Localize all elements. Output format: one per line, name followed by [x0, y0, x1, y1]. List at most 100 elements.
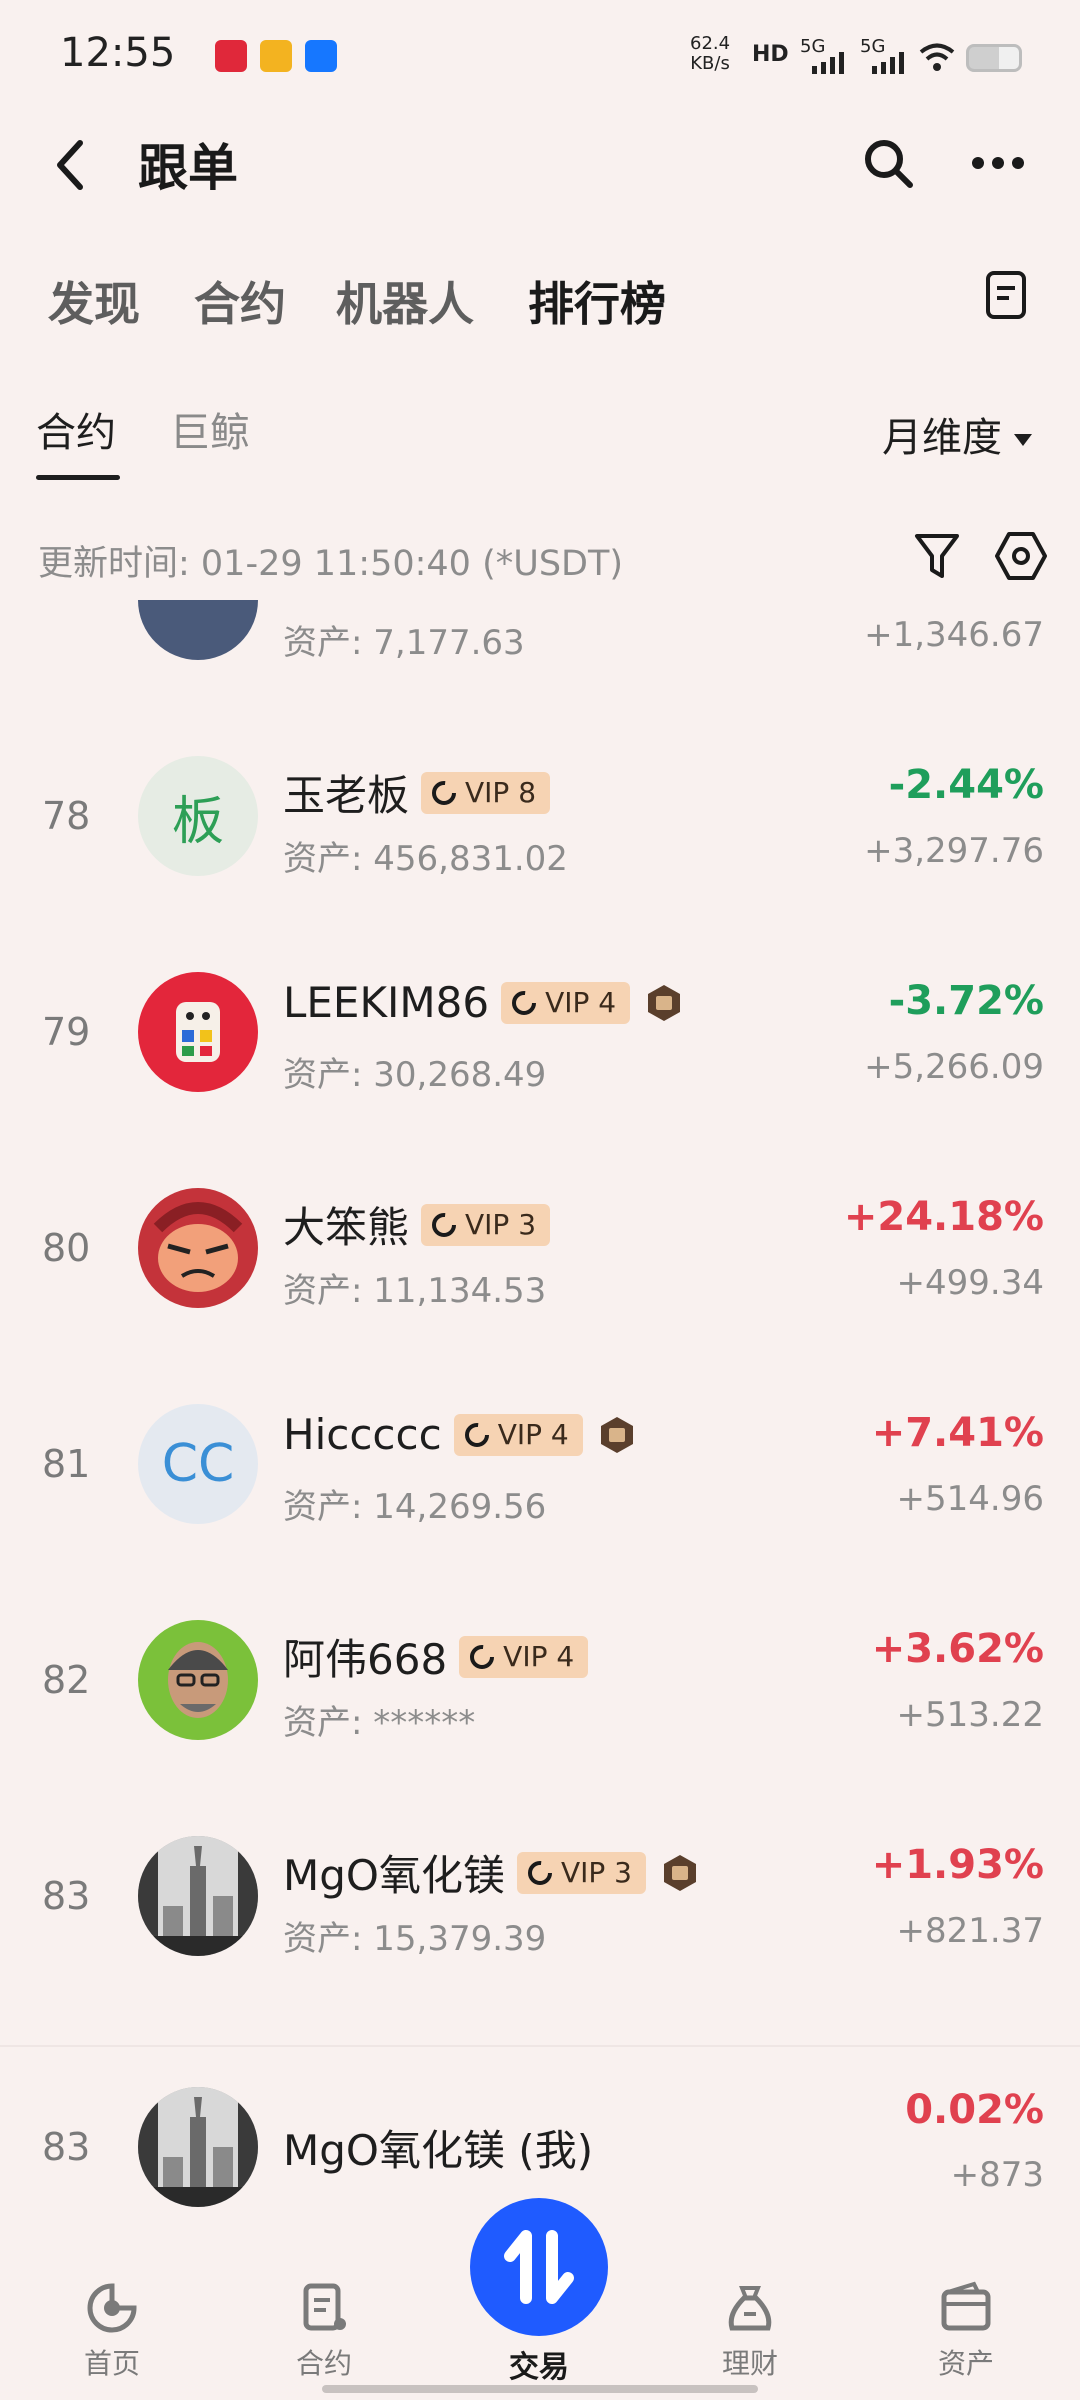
roi-percent: -2.44% — [888, 762, 1044, 808]
avatar[interactable] — [138, 1620, 258, 1740]
list-item[interactable]: 83 MgO氧化镁 VIP 3 资产: 15,379.39 +1.93% +82… — [0, 1796, 1080, 1996]
contract-icon — [303, 2283, 346, 2331]
net-speed: 62.4 KB/s — [690, 33, 731, 74]
pnl-value: +3,297.76 — [864, 831, 1044, 871]
avatar[interactable] — [138, 2087, 258, 2207]
subtab-whale[interactable]: 巨鲸 — [170, 400, 250, 458]
avatar[interactable]: CC — [138, 1404, 258, 1524]
vip-level: VIP 3 — [465, 1208, 537, 1241]
nav-finance[interactable]: 理财 — [680, 2280, 820, 2382]
vip-level: VIP 4 — [545, 986, 617, 1019]
avatar — [138, 600, 258, 660]
filter-icon[interactable] — [912, 530, 962, 582]
trade-button[interactable] — [470, 2198, 608, 2336]
trader-name: LEEKIM86 — [283, 978, 490, 1027]
asset-value: 资产: 7,177.63 — [283, 623, 525, 663]
back-arrow-icon[interactable] — [50, 135, 90, 195]
list-item[interactable]: 80 大笨熊 VIP 3 资产: 11,134.53 +24.18% +499.… — [0, 1148, 1080, 1348]
nav-assets-label: 资产 — [937, 2347, 994, 2380]
trader-name: 大笨熊 — [283, 1203, 410, 1252]
pnl-value: +821.37 — [896, 1911, 1044, 1951]
nav-contract[interactable]: 合约 — [254, 2280, 394, 2382]
vip-level: VIP 4 — [497, 1418, 569, 1451]
period-dropdown[interactable]: 月维度 — [882, 405, 1032, 463]
nav-home-label: 首页 — [83, 2347, 140, 2380]
search-icon[interactable] — [860, 135, 916, 191]
list-item[interactable]: 79 LEEKIM86 VIP 4 资产: 30,268.49 -3.72% +… — [0, 932, 1080, 1132]
asset-value: 资产: 14,269.56 — [283, 1487, 547, 1527]
trader-name-line: 阿伟668 VIP 4 — [283, 1626, 589, 1687]
asset-value: 资产: 30,268.49 — [283, 1055, 547, 1095]
list-item-partial[interactable]: 资产: 7,177.63 +1,346.67 — [0, 600, 1080, 700]
document-icon[interactable] — [985, 270, 1027, 320]
alipay-icon — [305, 40, 337, 72]
vip-badge: VIP 3 — [516, 1851, 646, 1894]
roi-percent: +24.18% — [843, 1194, 1044, 1240]
list-item[interactable]: 82 阿伟668 VIP 4 资产: ****** +3.62% +513.22 — [0, 1580, 1080, 1780]
period-label: 月维度 — [882, 415, 1002, 461]
avatar[interactable]: 板 — [138, 756, 258, 876]
trader-name-line: Hiccccc VIP 4 — [283, 1410, 637, 1459]
vip-logo-icon — [527, 1860, 552, 1885]
tab-discover[interactable]: 发现 — [48, 268, 140, 334]
subtab-contract[interactable]: 合约 — [36, 400, 116, 458]
rank-number: 81 — [42, 1442, 91, 1486]
trader-name-line: MgO氧化镁 (我) — [283, 2117, 593, 2178]
vip-badge: VIP 4 — [453, 1413, 583, 1456]
avatar-photo-icon — [168, 1642, 228, 1718]
vip-level: VIP 3 — [560, 1856, 632, 1889]
my-name: MgO氧化镁 (我) — [283, 2126, 594, 2175]
vip-logo-icon — [512, 990, 537, 1015]
home-icon — [87, 2283, 137, 2333]
nav-trade-label[interactable]: 交易 — [470, 2342, 608, 2386]
list-item[interactable]: 78 板 玉老板 VIP 8 资产: 456,831.02 -2.44% +3,… — [0, 716, 1080, 916]
leaderboard-list[interactable]: 资产: 7,177.63 +1,346.67 78 板 玉老板 VIP 8 资产… — [0, 600, 1080, 2050]
asset-value: 资产: 456,831.02 — [283, 839, 568, 879]
asset-value: 资产: 15,379.39 — [283, 1919, 547, 1959]
nav-assets[interactable]: 资产 — [896, 2280, 1036, 2382]
list-item[interactable]: 81 CC Hiccccc VIP 4 资产: 14,269.56 +7.41%… — [0, 1364, 1080, 1564]
trader-name-line: 大笨熊 VIP 3 — [283, 1194, 551, 1255]
roi-percent: 0.02% — [905, 2087, 1044, 2133]
vip-logo-icon — [432, 780, 457, 805]
rank-number: 83 — [42, 2125, 91, 2169]
medal-icon — [600, 1416, 633, 1453]
roi-percent: -3.72% — [888, 978, 1044, 1024]
avatar-city-photo-icon — [138, 1836, 258, 1956]
hd-indicator: HD — [752, 42, 789, 67]
vip-badge: VIP 4 — [501, 981, 631, 1024]
roi-percent: +3.62% — [871, 1626, 1044, 1672]
rank-number: 79 — [42, 1010, 91, 1054]
pnl-value: +5,266.09 — [864, 1047, 1044, 1087]
avatar[interactable] — [138, 972, 258, 1092]
rank-number: 83 — [42, 1874, 91, 1918]
vip-badge: VIP 3 — [421, 1203, 551, 1246]
home-indicator[interactable] — [322, 2385, 758, 2393]
swap-arrows-icon — [504, 2230, 574, 2304]
page-title: 跟单 — [138, 139, 238, 197]
trader-name: MgO氧化镁 — [283, 1851, 505, 1900]
vip-badge: VIP 8 — [421, 771, 551, 814]
roi-percent: +1.93% — [871, 1842, 1044, 1888]
vip-logo-icon — [464, 1422, 489, 1447]
battery-icon — [966, 44, 1022, 72]
settings-hexagon-icon[interactable] — [994, 530, 1048, 582]
avatar[interactable] — [138, 1188, 258, 1308]
tab-contract[interactable]: 合约 — [194, 268, 286, 334]
vip-level: VIP 8 — [465, 776, 537, 809]
avatar-city-photo-icon — [138, 2087, 258, 2207]
pnl-value: +1,346.67 — [864, 615, 1044, 655]
medal-icon — [663, 1854, 696, 1891]
nav-contract-label: 合约 — [295, 2347, 352, 2380]
trader-name: 阿伟668 — [283, 1635, 448, 1684]
avatar[interactable] — [138, 1836, 258, 1956]
tab-robot[interactable]: 机器人 — [336, 268, 474, 334]
xiaohongshu-icon — [215, 40, 247, 72]
trader-name-line: 玉老板 VIP 8 — [283, 762, 551, 823]
nav-home[interactable]: 首页 — [42, 2280, 182, 2382]
tab-leaderboard[interactable]: 排行榜 — [528, 268, 666, 334]
rank-number: 82 — [42, 1658, 91, 1702]
more-options-icon[interactable] — [970, 155, 1026, 171]
trader-name-line: LEEKIM86 VIP 4 — [283, 978, 684, 1027]
asset-value: 资产: 11,134.53 — [283, 1271, 547, 1311]
